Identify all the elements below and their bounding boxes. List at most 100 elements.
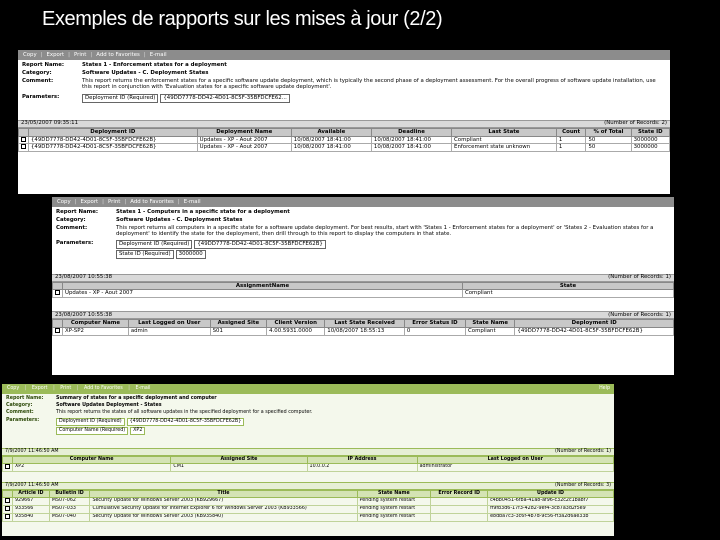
add-to-favorites-button[interactable]: Add to Favorites [130, 199, 174, 206]
category: Software Updates Deployment - States [56, 402, 162, 408]
table-cell: 3000000 [630, 135, 670, 145]
table-cell: Cumulative Security Update for Internet … [89, 504, 358, 514]
table-cell: 3000000 [630, 143, 670, 152]
table-cell: MS07-062 [48, 496, 91, 506]
column-header: % of Total [585, 127, 632, 137]
add-to-favorites-button[interactable]: Add to Favorites [96, 52, 140, 59]
table-cell: 50 [585, 143, 632, 152]
table-cell: 1 [555, 143, 587, 152]
copy-button[interactable]: Copy [57, 199, 71, 206]
summary-table: Computer Name Assigned Site IP Address L… [2, 455, 614, 472]
column-header: Error Status ID [403, 319, 467, 328]
column-header: Client Version [266, 319, 326, 328]
results-bar: 7/9/2007 11:46:50 AM (Number of Records: … [2, 447, 614, 456]
drill-through-cell[interactable] [2, 462, 13, 472]
results-bar: 23/05/2007 09:35:11 (Number of Records: 2… [18, 119, 670, 128]
copy-button[interactable]: Copy [23, 52, 37, 59]
table-cell [430, 512, 489, 522]
table-cell [430, 504, 489, 514]
column-header: IP Address [306, 455, 418, 464]
drill-through-cell[interactable] [18, 143, 29, 152]
column-header: State Name [356, 489, 432, 498]
email-button[interactable]: E-mail [184, 199, 201, 206]
slide-title: Exemples de rapports sur les mises à jou… [42, 8, 443, 30]
column-header: State ID [630, 127, 670, 137]
column-header: Last Logged on User [416, 455, 614, 464]
drill-through-cell[interactable] [2, 496, 13, 506]
table-cell: Updates - XP - Aout 2007 [196, 143, 292, 152]
param-value-input[interactable]: 3000000 [175, 249, 206, 259]
parameters-label: Parameters: [22, 94, 60, 100]
table-row: {49DD7778-DD42-4D01-8C5F-35BFDCFE62B} Up… [18, 135, 670, 145]
table-cell [430, 496, 489, 506]
print-button[interactable]: Print [108, 199, 120, 206]
column-header: AssignmentName [62, 281, 463, 291]
category-label: Category: [6, 402, 33, 408]
column-header: Last State Received [324, 319, 405, 328]
column-header: Assigned Site [170, 455, 308, 464]
column-header: Deployment Name [196, 127, 292, 137]
results-bar: 7/9/2007 11:46:50 AM (Number of Records: … [2, 481, 614, 490]
drill-through-cell[interactable] [52, 326, 63, 336]
category-label: Category: [22, 69, 52, 76]
table-cell: c4bb0451-6fba-41a8-af96-c32c2c1ba8f7 [487, 496, 614, 506]
record-count: (Number of Records: 3) [555, 482, 611, 488]
email-button[interactable]: E-mail [135, 386, 150, 391]
table-cell: XP-SP2 [62, 326, 129, 336]
table-cell: Security Update for Windows Server 2003 … [89, 496, 358, 506]
drill-through-cell[interactable] [18, 135, 29, 145]
drill-through-icon[interactable] [55, 290, 60, 296]
print-button[interactable]: Print [74, 52, 86, 59]
drill-through-icon[interactable] [55, 328, 60, 333]
drill-through-cell[interactable] [52, 289, 63, 298]
drill-through-icon[interactable] [5, 464, 10, 469]
drill-through-cell[interactable] [2, 512, 13, 522]
help-link[interactable]: Help [599, 386, 610, 392]
param-value-input[interactable]: {49DD7778-DD42-4D01-8C5F-35BFDCFE62... [160, 94, 290, 103]
column-header: Title [89, 489, 358, 498]
param-name: Deployment ID (Required) [82, 94, 159, 103]
record-count: (Number of Records: 2) [604, 120, 667, 127]
column-header: Computer Name [11, 455, 172, 464]
param-value-input[interactable]: {49DD7778-DD42-4D01-8C5F-35BFDCFE62B} [194, 240, 326, 249]
export-button[interactable]: Export [47, 52, 65, 59]
table-cell: CM1 [170, 462, 308, 472]
table-cell: {49DD7778-DD42-4D01-8C5F-35BFDCFE62B} [514, 326, 674, 336]
export-button[interactable]: Export [81, 199, 99, 206]
param-value-input[interactable]: {49DD7778-DD42-4D01-8C5F-35BFDCFE62B} [126, 417, 245, 426]
table-row: XP-SP2 admin S01 4.00.5931.0000 10/08/20… [52, 326, 674, 336]
drill-through-icon[interactable] [21, 144, 26, 150]
report-window-deployment-computer-summary: Copy | Export | Print | Add to Favorites… [2, 384, 614, 536]
report-info: Report Name: Summary of states for a spec… [2, 394, 614, 438]
table-cell: 10/08/2007 18:41:00 [290, 135, 372, 145]
table-cell: admin [127, 326, 211, 336]
report-datetime: 23/08/2007 10:55:38 [55, 274, 112, 281]
add-to-favorites-button[interactable]: Add to Favorites [84, 386, 123, 391]
param-value-input[interactable]: XP2 [130, 426, 146, 435]
table-cell: Compliant [451, 135, 557, 145]
table-cell: Pending system restart [356, 496, 432, 506]
table-cell: 10/08/2007 18:41:00 [370, 143, 453, 152]
table-row: XP2 CM1 10.0.0.2 administrator [2, 462, 614, 472]
drill-through-cell[interactable] [2, 504, 13, 514]
parameters-label: Parameters: [56, 240, 94, 246]
copy-button[interactable]: Copy [7, 386, 19, 391]
table-cell: 10/08/2007 18:41:00 [290, 143, 372, 152]
drill-through-icon[interactable] [5, 506, 10, 511]
comment-label: Comment: [6, 409, 34, 415]
table-cell: 933566 [12, 504, 50, 514]
table-row: 935840 MS07-040 Security Update for Wind… [2, 512, 614, 522]
table-cell: 1 [555, 135, 587, 145]
drill-through-icon[interactable] [5, 498, 10, 503]
export-button[interactable]: Export [32, 386, 48, 391]
drill-through-icon[interactable] [5, 514, 10, 519]
column-header: Available [290, 127, 372, 137]
record-count: (Number of Records: 1) [608, 274, 671, 281]
print-button[interactable]: Print [60, 386, 71, 391]
drill-through-icon[interactable] [21, 136, 26, 142]
report-window-enforcement: Copy | Export | Print | Add to Favorites | E… [18, 50, 670, 194]
email-button[interactable]: E-mail [150, 52, 167, 59]
column-header: Deployment ID [28, 127, 198, 137]
column-header: State Name [465, 319, 516, 328]
column-header: Last Logged on User [127, 319, 211, 328]
